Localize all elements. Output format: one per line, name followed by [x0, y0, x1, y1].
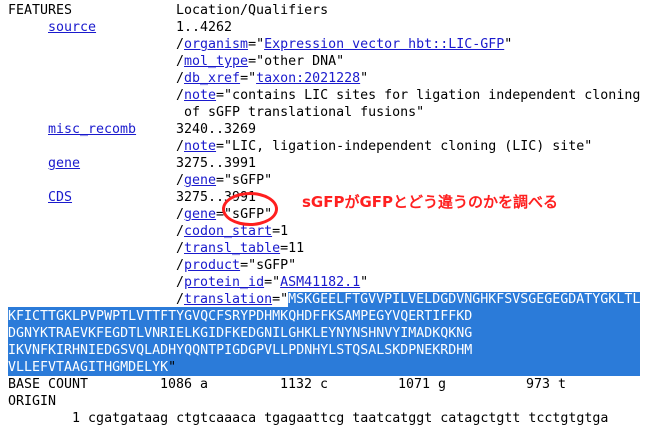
protein-id-qualifier: /protein_id="ASM41182.1"	[176, 275, 369, 290]
translation-link[interactable]: translation	[184, 292, 272, 307]
translation-seq-line-3[interactable]: DGNYKTRAEVKFEGDTLVNRIELKGIDFKEDGNILGHKLE…	[8, 326, 472, 341]
gene-range: 3275..3991	[176, 156, 257, 171]
translation-seq-line-1[interactable]: MSKGEELFTGVVPILVELDGDVNGHKFSVSGEGEGDATYG…	[288, 292, 641, 307]
gene-qualifier: /gene="sGFP"	[176, 173, 273, 188]
source-note-continuation: of sGFP translational fusions"	[184, 105, 425, 120]
organism-link[interactable]: organism	[184, 37, 248, 52]
transl-table-link[interactable]: transl_table	[184, 241, 280, 256]
base-count-label: BASE COUNT	[8, 377, 89, 392]
db-xref-link[interactable]: db_xref	[184, 71, 240, 86]
misc-recomb-link[interactable]: misc_recomb	[48, 122, 136, 137]
annotation-text: sGFPがGFPとどう違うのかを調べる	[302, 193, 559, 211]
cds-link[interactable]: CDS	[48, 190, 72, 205]
product-qualifier: /product="sGFP"	[176, 258, 297, 273]
transl-table-qualifier: /transl_table=11	[176, 241, 305, 256]
origin-sequence-line: 1 cgatgataag ctgtcaaaca tgagaattcg taatc…	[8, 411, 609, 426]
protein-id-link[interactable]: protein_id	[184, 275, 264, 290]
product-link[interactable]: product	[184, 258, 240, 273]
source-note-qualifier: /note="contains LIC sites for ligation i…	[176, 88, 641, 103]
gene-qualifier-link[interactable]: gene	[184, 173, 216, 188]
translation-qualifier[interactable]: /translation="MSKGEELFTGVVPILVELDGDVNGHK…	[176, 292, 641, 307]
note-link[interactable]: note	[184, 88, 216, 103]
db-xref-qualifier: /db_xref="taxon:2021228"	[176, 71, 369, 86]
protein-accession-link[interactable]: ASM41182.1	[280, 275, 360, 290]
location-qualifiers-header: Location/Qualifiers	[176, 3, 329, 18]
codon-start-qualifier: /codon_start=1	[176, 224, 289, 239]
mol-type-link[interactable]: mol_type	[184, 54, 248, 69]
note-link[interactable]: note	[184, 139, 216, 154]
mol-type-qualifier: /mol_type="other DNA"	[176, 54, 345, 69]
base-count-t: 973 t	[526, 377, 567, 392]
source-link[interactable]: source	[48, 20, 96, 35]
misc-recomb-note-qualifier: /note="LIC, ligation-independent cloning…	[176, 139, 593, 154]
translation-seq-line-2[interactable]: KFICTTGKLPVPWPTLVTTFTYGVQCFSRYPDHMKQHDFF…	[8, 309, 472, 324]
organism-qualifier: /organism="Expression vector hbt::LIC-GF…	[176, 37, 513, 52]
origin-label: ORIGIN	[8, 394, 57, 409]
gene-link[interactable]: gene	[48, 156, 80, 171]
annotation-circle	[222, 192, 278, 226]
taxon-link[interactable]: taxon:2021228	[256, 71, 360, 86]
translation-seq-line-5[interactable]: VLLEFVTAAGITHGMDELYK"	[8, 360, 176, 375]
translation-seq-line-4[interactable]: IKVNFKIRHNIEDGSVQLADHYQQNTPIGDGPVLLPDNHY…	[8, 343, 472, 358]
codon-start-link[interactable]: codon_start	[184, 224, 272, 239]
features-header: FEATURES	[8, 3, 73, 18]
base-count-c: 1132 c	[280, 377, 329, 392]
source-range: 1..4262	[176, 20, 233, 35]
base-count-a: 1086 a	[160, 377, 209, 392]
base-count-g: 1071 g	[398, 377, 447, 392]
misc-recomb-range: 3240..3269	[176, 122, 257, 137]
gene-qualifier-link[interactable]: gene	[184, 207, 216, 222]
organism-value-link[interactable]: Expression vector hbt::LIC-GFP	[264, 37, 504, 52]
